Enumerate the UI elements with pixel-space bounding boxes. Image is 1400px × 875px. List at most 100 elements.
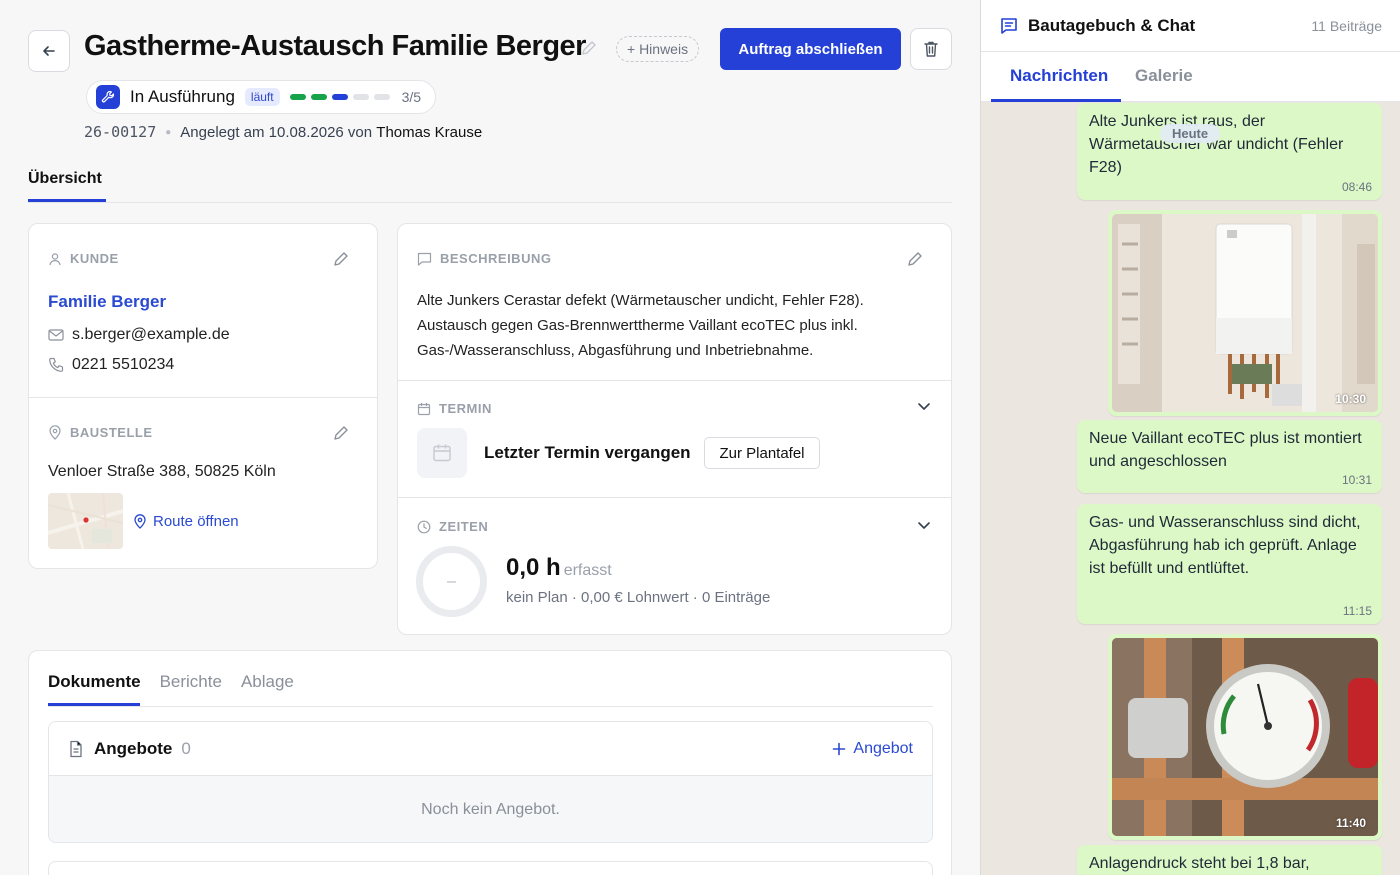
tab-archive[interactable]: Ablage bbox=[241, 672, 294, 692]
progress-count: 3/5 bbox=[401, 89, 422, 105]
progress-step bbox=[310, 94, 327, 100]
progress-step bbox=[352, 94, 369, 100]
quotes-empty-state: Noch kein Angebot. bbox=[49, 776, 932, 842]
tab-active-indicator bbox=[28, 199, 106, 202]
complete-order-button[interactable]: Auftrag abschließen bbox=[720, 28, 901, 70]
chat-message[interactable]: Anlagendruck steht bei 1,8 bar, bbox=[1077, 845, 1382, 875]
add-quote-label: Angebot bbox=[853, 739, 913, 757]
chat-image-message[interactable]: 10:30 bbox=[1108, 210, 1382, 416]
tab-active-indicator bbox=[991, 99, 1121, 102]
message-text: Neue Vaillant ecoTEC plus ist montiert u… bbox=[1089, 430, 1362, 470]
message-time: 11:15 bbox=[1342, 604, 1372, 618]
progress-steps bbox=[289, 94, 390, 100]
edit-description-icon[interactable] bbox=[906, 250, 924, 268]
calendar-icon bbox=[417, 402, 431, 415]
pencil-icon[interactable] bbox=[580, 39, 598, 57]
description-text: Alte Junkers Cerastar defekt (Wärmetausc… bbox=[417, 292, 864, 359]
map-pin-icon bbox=[49, 425, 61, 440]
tabs-divider bbox=[48, 706, 933, 707]
chat-tabs: Nachrichten Galerie bbox=[981, 52, 1400, 102]
message-time: 08:46 bbox=[1341, 180, 1372, 194]
hours-summary: kein Plan · 0,00 € Lohnwert · 0 Einträge bbox=[506, 589, 771, 606]
route-link[interactable]: Route öffnen bbox=[133, 513, 239, 530]
details-card: BESCHREIBUNG Alte Junkers Cerastar defek… bbox=[397, 223, 952, 635]
customer-heading: KUNDE bbox=[48, 251, 119, 266]
wrench-icon bbox=[96, 85, 120, 109]
planning-board-button[interactable]: Zur Plantafel bbox=[704, 437, 820, 469]
time-progress-ring: – bbox=[416, 546, 487, 617]
chat-image-message[interactable]: 11:40 bbox=[1108, 634, 1382, 840]
map-thumbnail[interactable] bbox=[48, 493, 123, 549]
hours-logged: 0,0 h erfasst bbox=[506, 554, 612, 582]
calendar-icon bbox=[417, 428, 467, 478]
chat-message[interactable]: Alte Junkers ist raus, der Wärmetauscher… bbox=[1077, 103, 1382, 200]
tab-active-indicator bbox=[48, 703, 140, 706]
hours-value: 0,0 h bbox=[506, 554, 561, 581]
order-meta: 26-00127 ● Angelegt am 10.08.2026 von Th… bbox=[84, 123, 482, 141]
add-hint-button[interactable]: + Hinweis bbox=[616, 36, 700, 62]
document-icon bbox=[70, 740, 82, 757]
gauge-photo[interactable] bbox=[1112, 638, 1378, 836]
job-detail-main: Gastherme-Austausch Familie Berger + Hin… bbox=[0, 0, 980, 875]
customer-email-text: s.berger@example.de bbox=[72, 326, 230, 343]
delete-button[interactable] bbox=[910, 28, 952, 70]
arrow-left-icon bbox=[43, 46, 55, 56]
tab-reports[interactable]: Berichte bbox=[160, 672, 222, 692]
user-icon bbox=[49, 252, 61, 265]
message-square-icon bbox=[417, 252, 432, 266]
map-pin-icon bbox=[134, 514, 146, 529]
chat-icon bbox=[1001, 17, 1017, 34]
site-heading: BAUSTELLE bbox=[48, 425, 153, 440]
site-address: Venloer Straße 388, 50825 Köln bbox=[48, 463, 276, 480]
edit-site-icon[interactable] bbox=[332, 424, 350, 442]
progress-step bbox=[331, 94, 348, 100]
next-section bbox=[48, 861, 933, 875]
chat-title: Bautagebuch & Chat bbox=[1028, 15, 1196, 35]
appointment-heading: TERMIN bbox=[417, 401, 492, 416]
created-by: Thomas Krause bbox=[376, 123, 483, 141]
add-quote-button[interactable]: Angebot bbox=[832, 740, 913, 758]
order-number: 26-00127 bbox=[84, 123, 157, 141]
clock-icon bbox=[417, 520, 431, 533]
separator-dot: ● bbox=[165, 126, 172, 138]
documents-card: Dokumente Berichte Ablage Angebote 0 Ang… bbox=[28, 650, 952, 875]
message-time: 10:30 bbox=[1335, 392, 1366, 406]
trash-icon bbox=[924, 41, 938, 57]
boiler-photo[interactable] bbox=[1112, 214, 1378, 412]
mail-icon bbox=[48, 329, 64, 341]
customer-phone[interactable]: 0221 5510234 bbox=[48, 356, 174, 374]
chat-message[interactable]: Neue Vaillant ecoTEC plus ist montiert u… bbox=[1077, 420, 1382, 493]
message-time: 10:31 bbox=[1341, 473, 1372, 487]
message-text: Anlagendruck steht bei 1,8 bar, bbox=[1089, 855, 1310, 872]
customer-email[interactable]: s.berger@example.de bbox=[48, 326, 230, 344]
route-label: Route öffnen bbox=[153, 513, 239, 530]
status-pill[interactable]: In Ausführung läuft 3/5 bbox=[86, 80, 436, 114]
documents-tabs: Dokumente Berichte Ablage bbox=[48, 672, 313, 692]
phone-icon bbox=[49, 357, 64, 372]
message-time: 11:40 bbox=[1335, 816, 1366, 830]
page-title: Gastherme-Austausch Familie Berger bbox=[84, 30, 586, 62]
status-label: In Ausführung bbox=[130, 87, 235, 106]
chat-message[interactable]: Gas- und Wasseranschluss sind dicht, Abg… bbox=[1077, 504, 1382, 624]
message-text: Alte Junkers ist raus, der Wärmetauscher… bbox=[1089, 113, 1344, 176]
quotes-header: Angebote 0 Angebot bbox=[49, 722, 932, 776]
chevron-down-icon[interactable] bbox=[917, 521, 931, 531]
times-heading-label: ZEITEN bbox=[439, 519, 489, 534]
status-badge: läuft bbox=[244, 88, 280, 106]
tab-documents[interactable]: Dokumente bbox=[48, 672, 141, 692]
hours-suffix: erfasst bbox=[563, 562, 612, 579]
tab-overview[interactable]: Übersicht bbox=[28, 170, 102, 188]
quotes-count: 0 bbox=[181, 738, 191, 758]
tabs-divider bbox=[28, 202, 952, 203]
quotes-title: Angebote bbox=[94, 738, 173, 758]
tab-messages[interactable]: Nachrichten bbox=[1010, 66, 1108, 86]
tab-gallery[interactable]: Galerie bbox=[1135, 66, 1193, 86]
customer-name-link[interactable]: Familie Berger bbox=[48, 292, 166, 312]
edit-customer-icon[interactable] bbox=[332, 250, 350, 268]
description-heading-label: BESCHREIBUNG bbox=[440, 251, 552, 266]
chevron-down-icon[interactable] bbox=[917, 402, 931, 412]
back-button[interactable] bbox=[28, 30, 70, 72]
description-heading: BESCHREIBUNG bbox=[417, 251, 551, 266]
appointment-status: Letzter Termin vergangen bbox=[484, 443, 691, 462]
card-divider bbox=[29, 397, 377, 398]
